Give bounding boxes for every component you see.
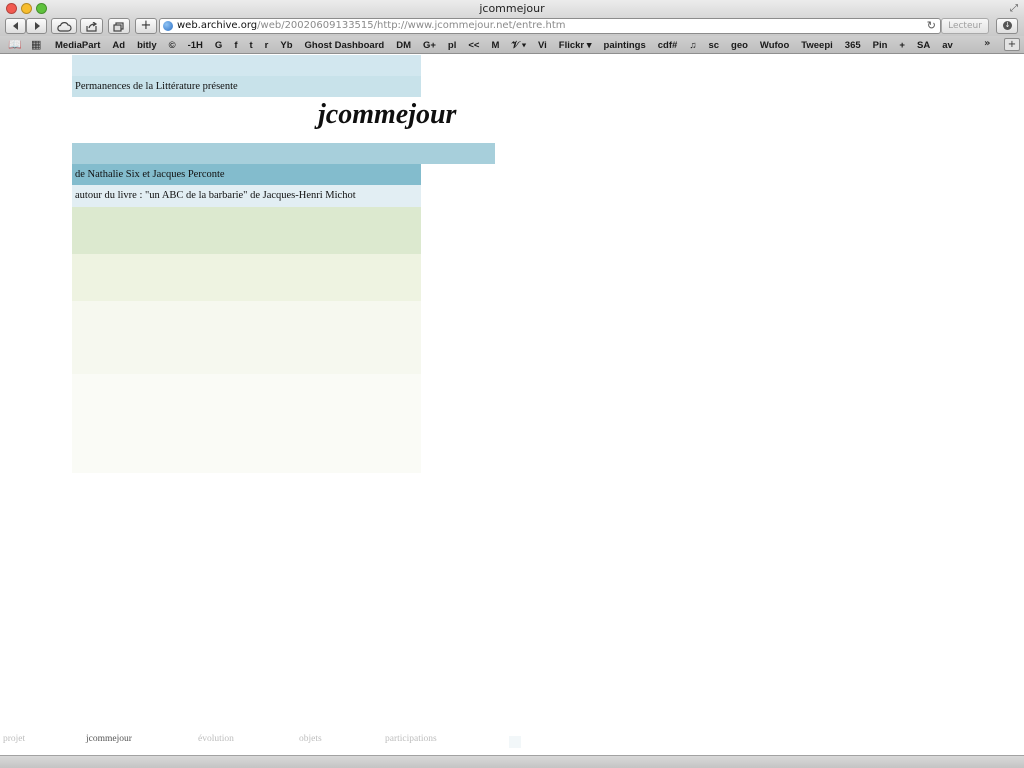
- add-bookmark-button[interactable]: +: [1004, 38, 1020, 51]
- bookmarks-list: MediaPart Ad bitly © -1H Gf t r Yb Ghost Dashboar…: [49, 38, 959, 52]
- color-band-1: [72, 207, 421, 254]
- browser-toolbar: + web.archive.org/web/20020609133515/htt…: [0, 17, 1024, 36]
- address-bar[interactable]: web.archive.org/web/20020609133515/http:…: [159, 18, 941, 34]
- bookmark-item[interactable]: f: [228, 40, 243, 51]
- bookmark-item[interactable]: ©: [163, 40, 182, 51]
- color-band-2: [72, 254, 421, 301]
- color-band-4: [72, 374, 421, 473]
- bookmark-item[interactable]: Ghost Dashboard: [299, 40, 391, 51]
- bookmark-item[interactable]: cdf#: [652, 40, 684, 51]
- bookmark-item[interactable]: Wufoo: [754, 40, 795, 51]
- bookmark-item[interactable]: geo: [725, 40, 754, 51]
- url-host: web.archive.org: [177, 20, 258, 31]
- forward-button[interactable]: [26, 18, 47, 34]
- bookmark-item[interactable]: Yb: [274, 40, 298, 51]
- url-text: web.archive.org/web/20020609133515/http:…: [177, 19, 566, 33]
- reload-icon[interactable]: ↻: [927, 19, 936, 33]
- reader-button[interactable]: Lecteur: [941, 18, 989, 34]
- bookmark-item[interactable]: r: [259, 40, 275, 51]
- cloud-icon: [57, 22, 72, 32]
- window-titlebar: jcommejour ⤢: [0, 0, 1024, 17]
- share-icon: [85, 22, 97, 32]
- bookmark-item[interactable]: G: [209, 40, 228, 51]
- reading-list-icon[interactable]: 📖: [8, 38, 22, 51]
- status-bar: [0, 755, 1024, 768]
- bookmark-item[interactable]: t: [243, 40, 258, 51]
- bookmark-item[interactable]: Tweepi: [795, 40, 839, 51]
- header-band-top: [72, 55, 421, 76]
- bookmark-item[interactable]: Pin: [867, 40, 894, 51]
- color-band-3: [72, 301, 421, 374]
- nav-link-evolution[interactable]: évolution: [198, 734, 234, 744]
- new-tab-button[interactable]: +: [135, 18, 157, 34]
- bookmarks-more-button[interactable]: »: [984, 38, 990, 49]
- bookmark-item[interactable]: +: [893, 40, 911, 51]
- bookmark-item[interactable]: 𝒱 ▾: [505, 40, 532, 51]
- bookmark-item[interactable]: M: [485, 40, 505, 51]
- tabs-overview-button[interactable]: [108, 18, 130, 34]
- nav-marker: [509, 736, 521, 748]
- bookmark-item[interactable]: paintings: [598, 40, 652, 51]
- tabs-icon: [113, 22, 124, 32]
- bookmark-item[interactable]: MediaPart: [49, 40, 106, 51]
- nav-link-objets[interactable]: objets: [299, 734, 322, 744]
- fullscreen-icon[interactable]: ⤢: [1010, 3, 1018, 14]
- site-title: jcommejour: [318, 99, 457, 130]
- nav-link-jcommejour[interactable]: jcommejour: [86, 734, 132, 744]
- presenter-line: Permanences de la Littérature présente: [72, 76, 421, 97]
- bookmark-item[interactable]: DM: [390, 40, 417, 51]
- bookmark-item[interactable]: Ad: [106, 40, 131, 51]
- bookmark-item[interactable]: SA: [911, 40, 936, 51]
- top-sites-grid-icon[interactable]: ▦: [31, 38, 41, 51]
- window-title: jcommejour: [479, 2, 545, 15]
- globe-icon: [163, 21, 173, 31]
- back-arrow-icon: [12, 22, 18, 30]
- bookmark-item[interactable]: Flickr ▾: [553, 40, 598, 51]
- icloud-tabs-button[interactable]: [51, 18, 77, 34]
- title-band: [72, 143, 495, 164]
- bookmark-item[interactable]: -1H: [182, 40, 209, 51]
- bookmark-item[interactable]: Vi: [532, 40, 553, 51]
- bookmark-item[interactable]: pl: [442, 40, 462, 51]
- forward-arrow-icon: [34, 22, 40, 30]
- share-button[interactable]: [80, 18, 103, 34]
- back-button[interactable]: [5, 18, 26, 34]
- bookmark-item[interactable]: ♫: [683, 40, 702, 51]
- bookmark-item[interactable]: sc: [702, 40, 725, 51]
- book-line: autour du livre : "un ABC de la barbarie…: [72, 185, 421, 207]
- bookmark-item[interactable]: av: [936, 40, 959, 51]
- bookmark-item[interactable]: 365: [839, 40, 867, 51]
- download-icon: ↓: [1003, 21, 1012, 30]
- url-path: /web/20020609133515/http://www.jcommejou…: [257, 20, 566, 31]
- footer-nav: projet jcommejour évolution objets parti…: [0, 734, 1024, 750]
- bookmark-item[interactable]: <<: [462, 40, 485, 51]
- bookmark-item[interactable]: bitly: [131, 40, 163, 51]
- downloads-button[interactable]: ↓: [996, 18, 1018, 34]
- bookmark-item[interactable]: G+: [417, 40, 442, 51]
- authors-line: de Nathalie Six et Jacques Perconte: [72, 164, 421, 185]
- bookmarks-bar: 📖 ▦ MediaPart Ad bitly © -1H Gf t r Yb Ghost Dash…: [0, 36, 1024, 54]
- nav-link-participations[interactable]: participations: [385, 734, 437, 744]
- page-content: Permanences de la Littérature présente j…: [0, 55, 1024, 755]
- nav-link-projet[interactable]: projet: [3, 734, 25, 744]
